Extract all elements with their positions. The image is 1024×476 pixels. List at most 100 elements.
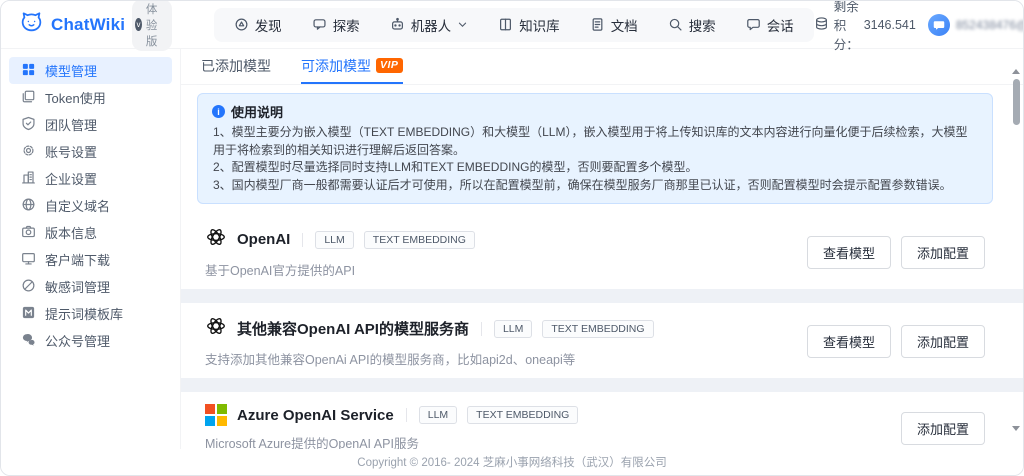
brand[interactable]: ChatWiki v 体验版 bbox=[19, 0, 172, 51]
sidebar-item-enterprise-settings[interactable]: 企业设置 bbox=[9, 165, 172, 192]
building-icon bbox=[21, 170, 36, 188]
model-title-row: OpenAILLMTEXT EMBEDDING bbox=[205, 226, 475, 253]
sidebar-item-label: 客户端下载 bbox=[45, 250, 110, 269]
card-separator bbox=[181, 289, 1023, 303]
usage-notice: i 使用说明 1、模型主要分为嵌入模型（TEXT EMBEDDING）和大模型（… bbox=[197, 93, 993, 204]
sidebar-item-account-settings[interactable]: 账号设置 bbox=[9, 138, 172, 165]
search-icon bbox=[668, 17, 683, 32]
microsoft-logo-square bbox=[217, 416, 227, 426]
sidebar-item-prompt-template-library[interactable]: 提示词模板库 bbox=[9, 300, 172, 327]
sidebar-item-model-management[interactable]: 模型管理 bbox=[9, 57, 172, 84]
microsoft-logo-square bbox=[205, 404, 215, 414]
token-icon bbox=[21, 89, 36, 107]
nav-item-search[interactable]: 搜索 bbox=[668, 15, 716, 35]
sidebar-item-label: 模型管理 bbox=[45, 61, 97, 80]
scroll-down-arrow[interactable] bbox=[1012, 426, 1020, 431]
model-title-row: 其他兼容OpenAI API的模型服务商LLMTEXT EMBEDDING bbox=[205, 315, 654, 342]
model-tag: LLM bbox=[315, 231, 353, 249]
trial-badge-icon: v bbox=[135, 18, 142, 31]
nav-item-label: 机器人 bbox=[411, 15, 452, 35]
model-card-info: OpenAILLMTEXT EMBEDDING基于OpenAI官方提供的API bbox=[205, 226, 475, 279]
nav-item-label: 会话 bbox=[767, 15, 794, 35]
document-icon bbox=[590, 17, 605, 32]
brand-name: ChatWiki bbox=[51, 15, 125, 35]
model-tabs: 已添加模型 可添加模型VIP bbox=[181, 49, 1023, 85]
credits-label: 剩余积分： bbox=[834, 0, 859, 53]
model-card-actions: 查看模型添加配置 bbox=[807, 236, 985, 269]
nav-item-robot[interactable]: 机器人 bbox=[390, 15, 469, 35]
nav-item-discover[interactable]: 发现 bbox=[234, 15, 282, 35]
tab-label: 已添加模型 bbox=[201, 56, 271, 76]
vertical-scrollbar[interactable] bbox=[1011, 69, 1021, 431]
model-description: 基于OpenAI官方提供的API bbox=[205, 260, 475, 279]
credits-icon bbox=[814, 16, 829, 34]
sidebar-item-label: 提示词模板库 bbox=[45, 304, 123, 323]
tab-label: 可添加模型 bbox=[301, 56, 371, 76]
tab-available-models[interactable]: 可添加模型VIP bbox=[301, 49, 403, 84]
user-menu[interactable]: 852438476@qq.com bbox=[928, 14, 1024, 36]
model-description: 支持添加其他兼容OpenAi API的模型服务商，比如api2d、oneapi等 bbox=[205, 349, 654, 368]
view-models-button[interactable]: 查看模型 bbox=[807, 325, 891, 358]
info-icon: i bbox=[212, 105, 225, 118]
sidebar-item-label: Token使用 bbox=[45, 88, 106, 107]
model-description: Microsoft Azure提供的OpenAI API服务 bbox=[205, 433, 578, 449]
template-icon bbox=[21, 305, 36, 323]
nav-item-docs[interactable]: 文档 bbox=[590, 15, 638, 35]
sidebar-item-label: 版本信息 bbox=[45, 223, 97, 242]
trial-version-badge: v 体验版 bbox=[132, 0, 172, 51]
sidebar-item-version-info[interactable]: 版本信息 bbox=[9, 219, 172, 246]
add-config-button[interactable]: 添加配置 bbox=[901, 412, 985, 445]
sidebar-item-official-account-management[interactable]: 公众号管理 bbox=[9, 327, 172, 354]
sidebar-item-custom-domain[interactable]: 自定义域名 bbox=[9, 192, 172, 219]
sidebar-item-label: 企业设置 bbox=[45, 169, 97, 188]
model-name: 其他兼容OpenAI API的模型服务商 bbox=[237, 318, 469, 339]
view-models-button[interactable]: 查看模型 bbox=[807, 236, 891, 269]
user-email: 852438476@qq.com bbox=[956, 18, 1024, 32]
model-tag: LLM bbox=[419, 406, 457, 424]
sidebar-item-client-download[interactable]: 客户端下载 bbox=[9, 246, 172, 273]
content-area: i 使用说明 1、模型主要分为嵌入模型（TEXT EMBEDDING）和大模型（… bbox=[181, 85, 1023, 449]
globe-icon bbox=[21, 197, 36, 215]
divider bbox=[406, 408, 407, 422]
bubbles-icon bbox=[21, 332, 36, 350]
forbidden-icon bbox=[21, 278, 36, 296]
model-name: Azure OpenAI Service bbox=[237, 407, 394, 424]
app-window: ChatWiki v 体验版 发现 探索 机器人 知识库 文档 搜索 会话 剩余积分： 31… bbox=[0, 0, 1024, 476]
nav-item-explore[interactable]: 探索 bbox=[312, 15, 360, 35]
monitor-icon bbox=[21, 251, 36, 269]
chat-icon bbox=[746, 17, 761, 32]
sidebar: 模型管理 Token使用团队管理账号设置企业设置自定义域名版本信息客户端下载敏感词… bbox=[1, 49, 181, 449]
tab-added-models[interactable]: 已添加模型 bbox=[201, 49, 271, 84]
main-panel: 已添加模型 可添加模型VIP i 使用说明 1、模型主要分为嵌入模型（TEXT E… bbox=[181, 49, 1023, 449]
model-card-info: Azure OpenAI ServiceLLMTEXT EMBEDDINGMic… bbox=[205, 404, 578, 449]
chatwiki-logo-icon bbox=[19, 10, 44, 40]
model-list: OpenAILLMTEXT EMBEDDING基于OpenAI官方提供的API查… bbox=[181, 214, 1009, 449]
model-card-actions: 添加配置 bbox=[901, 412, 985, 445]
navbar-right: 剩余积分： 3146.541 852438476@qq.com bbox=[814, 0, 1024, 53]
sidebar-item-sensitive-words[interactable]: 敏感词管理 bbox=[9, 273, 172, 300]
discover-icon bbox=[234, 17, 249, 32]
openai-logo bbox=[205, 315, 227, 342]
model-card-actions: 查看模型添加配置 bbox=[807, 325, 985, 358]
top-navbar: ChatWiki v 体验版 发现探索机器人知识库文档搜索会话 剩余积分： 31… bbox=[1, 1, 1023, 49]
shield-icon bbox=[21, 116, 36, 134]
sidebar-item-team-management[interactable]: 团队管理 bbox=[9, 111, 172, 138]
model-name: OpenAI bbox=[237, 231, 290, 248]
chevron-down-icon bbox=[457, 19, 468, 30]
card-separator bbox=[181, 378, 1023, 392]
nav-item-session[interactable]: 会话 bbox=[746, 15, 794, 35]
scroll-up-arrow[interactable] bbox=[1012, 69, 1020, 74]
usage-notice-line: 2、配置模型时尽量选择同时支持LLM和TEXT EMBEDDING的模型，否则要… bbox=[212, 159, 978, 177]
scrollbar-thumb[interactable] bbox=[1013, 79, 1020, 125]
model-title-row: Azure OpenAI ServiceLLMTEXT EMBEDDING bbox=[205, 404, 578, 426]
grid-icon bbox=[21, 62, 36, 80]
add-config-button[interactable]: 添加配置 bbox=[901, 236, 985, 269]
knowledge-icon bbox=[498, 17, 513, 32]
nav-item-knowledge-base[interactable]: 知识库 bbox=[498, 15, 560, 35]
add-config-button[interactable]: 添加配置 bbox=[901, 325, 985, 358]
microsoft-logo-square bbox=[205, 416, 215, 426]
sidebar-item-token-usage[interactable]: Token使用 bbox=[9, 84, 172, 111]
camera-icon bbox=[21, 224, 36, 242]
nav-item-label: 知识库 bbox=[519, 15, 560, 35]
model-card-azure-openai: Azure OpenAI ServiceLLMTEXT EMBEDDINGMic… bbox=[181, 392, 1009, 449]
